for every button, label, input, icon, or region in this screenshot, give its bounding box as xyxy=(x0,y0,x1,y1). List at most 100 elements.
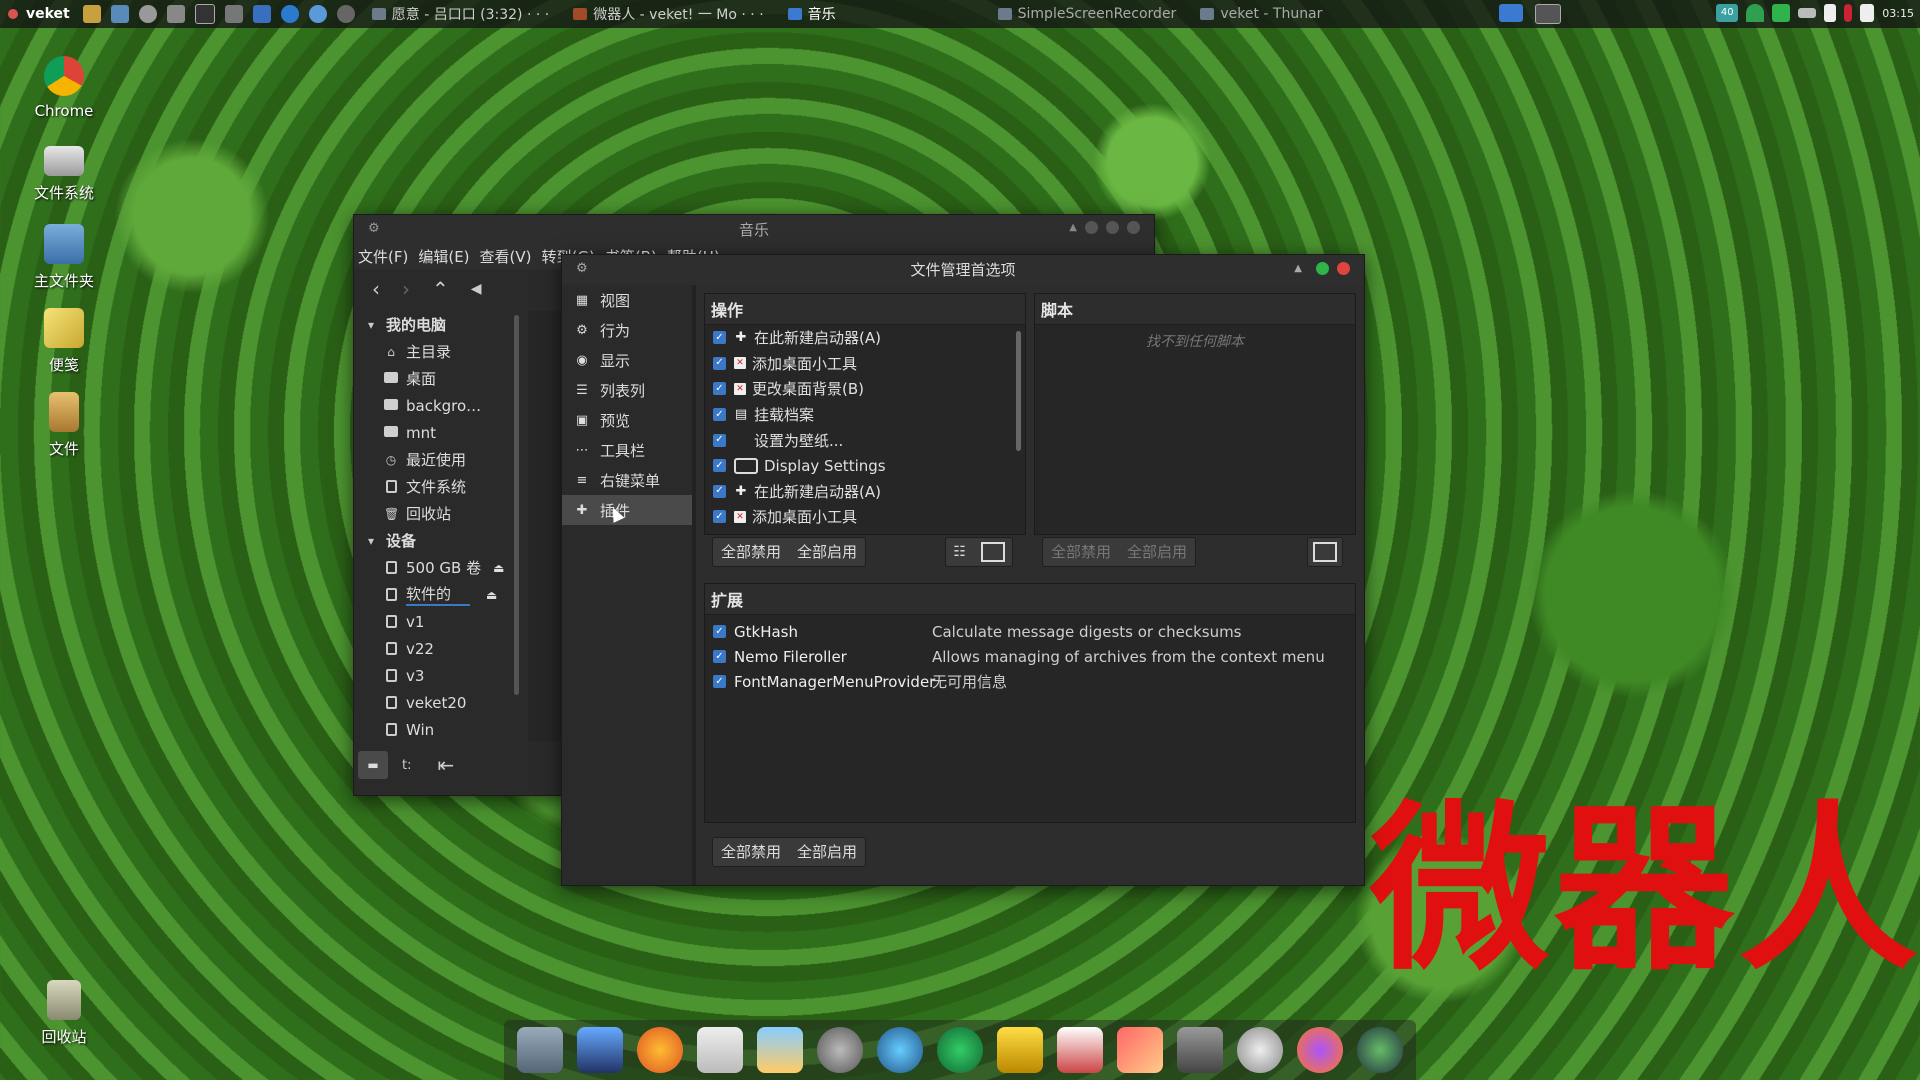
checkbox[interactable]: ✓ xyxy=(713,408,726,422)
dock-atom-icon[interactable] xyxy=(877,1027,923,1073)
back-icon[interactable]: ‹ xyxy=(372,277,380,301)
nav-preview[interactable]: ▣ 预览 xyxy=(562,405,692,435)
dock-image-viewer-icon[interactable] xyxy=(757,1027,803,1073)
desktop-icon-home[interactable]: 主文件夹 xyxy=(14,224,114,291)
sidebar-item-mnt[interactable]: mnt xyxy=(354,419,526,446)
actions-scrollbar[interactable] xyxy=(1016,331,1021,451)
sidebar-item-veket20[interactable]: veket20 xyxy=(354,689,526,716)
menu-label[interactable]: veket xyxy=(26,6,70,22)
checkbox[interactable]: ✓ xyxy=(713,625,726,638)
hide-sidebar-icon[interactable]: ⇤ xyxy=(437,753,454,777)
sidebar-item-background[interactable]: backgro… xyxy=(354,392,526,419)
action-item[interactable]: ✓ Display Settings xyxy=(705,453,1025,479)
action-item[interactable]: ✓ ✚ 在此新建启动器(A) xyxy=(705,479,1025,505)
desktop-icon-trash[interactable]: 回收站 xyxy=(14,980,114,1047)
checkbox[interactable]: ✓ xyxy=(713,459,726,473)
prefs-titlebar[interactable]: ⚙ 文件管理首选项 ▲ xyxy=(562,255,1364,283)
checkbox[interactable]: ✓ xyxy=(713,433,726,447)
sidebar-item-filesystem[interactable]: 文件系统 xyxy=(354,473,526,500)
clock[interactable]: 03:15 xyxy=(1882,7,1914,20)
network-icon[interactable] xyxy=(1772,4,1791,22)
action-item[interactable]: ✓ ✕ 更改桌面背景(B) xyxy=(705,376,1025,402)
sidebar-item-trash[interactable]: 🗑 回收站 xyxy=(354,500,526,527)
sidebar-item-v22[interactable]: v22 xyxy=(354,635,526,662)
nav-toolbar[interactable]: ⋯ 工具栏 xyxy=(562,435,692,465)
globe-launcher-icon[interactable] xyxy=(308,5,327,23)
terminal-launcher-icon[interactable] xyxy=(194,4,215,24)
extension-item[interactable]: ✓ FontManagerMenuProvider 无可用信息 xyxy=(713,669,1355,694)
gear-icon[interactable]: ⚙ xyxy=(576,261,588,276)
shade-icon[interactable]: ▲ xyxy=(1069,222,1077,233)
task-item[interactable]: 音乐 xyxy=(787,4,836,24)
monitor-launcher-icon[interactable] xyxy=(110,5,129,23)
desktop-icon-filesystem[interactable]: 文件系统 xyxy=(14,140,114,203)
extension-item[interactable]: ✓ GtkHash Calculate message digests or che… xyxy=(713,619,1355,644)
dock-browser-icon[interactable] xyxy=(1297,1027,1343,1073)
checkbox[interactable]: ✓ xyxy=(713,484,726,498)
menu-edit[interactable]: 编辑(E) xyxy=(418,246,469,267)
action-item[interactable]: ✓ ▤ 挂载档案 xyxy=(705,402,1025,428)
dock-globe-icon[interactable] xyxy=(1357,1027,1403,1073)
section-header[interactable]: ▾ 设备 xyxy=(354,527,526,554)
shade-icon[interactable]: ▲ xyxy=(1294,263,1302,274)
gear-icon[interactable]: ⚙ xyxy=(368,221,380,236)
dock-network-icon[interactable] xyxy=(817,1027,863,1073)
nav-plugins[interactable]: ✚ 插件 xyxy=(562,495,692,525)
maximize-button[interactable] xyxy=(1106,221,1119,234)
task-item[interactable]: 微器人 - veket! 一 Mo · · · xyxy=(573,4,764,24)
checkbox[interactable]: ✓ xyxy=(713,382,726,396)
dock-settings-icon[interactable] xyxy=(1237,1027,1283,1073)
task-item[interactable]: SimpleScreenRecorder xyxy=(997,6,1176,22)
sidebar-item-desktop[interactable]: 桌面 xyxy=(354,365,526,392)
sidebar-scrollbar[interactable] xyxy=(514,315,519,695)
checkbox[interactable]: ✓ xyxy=(713,675,726,688)
dock-notes-icon[interactable] xyxy=(997,1027,1043,1073)
dock-editor-icon[interactable] xyxy=(697,1027,743,1073)
extensions-disable-all-button[interactable]: 全部禁用 xyxy=(713,838,789,866)
play-launcher-icon[interactable] xyxy=(166,5,185,23)
actions-enable-all-button[interactable]: 全部启用 xyxy=(789,538,865,566)
up-icon[interactable]: ⌃ xyxy=(432,277,449,301)
nav-list-columns[interactable]: ☰ 列表列 xyxy=(562,375,692,405)
action-item[interactable]: ✓ ✕ 添加桌面小工具 xyxy=(705,504,1025,529)
close-button[interactable] xyxy=(1337,262,1350,275)
eject-icon[interactable]: ⏏ xyxy=(493,561,504,575)
sidebar-item-volume[interactable]: 500 GB 卷 ⏏ xyxy=(354,554,526,581)
dock-firefox-icon[interactable] xyxy=(637,1027,683,1073)
actions-list-view-button[interactable]: ☷ xyxy=(945,537,1013,567)
places-toggle-button[interactable]: ▬ xyxy=(358,751,388,779)
nav-view[interactable]: ▦ 视图 xyxy=(562,285,692,315)
nav-display[interactable]: ◉ 显示 xyxy=(562,345,692,375)
volume-icon[interactable] xyxy=(1860,4,1875,22)
checkbox[interactable]: ✓ xyxy=(713,356,726,370)
workspace-2-icon[interactable] xyxy=(1535,4,1561,24)
extensions-enable-all-button[interactable]: 全部启用 xyxy=(789,838,865,866)
app-launcher-icon[interactable] xyxy=(252,5,271,23)
checkbox[interactable]: ✓ xyxy=(713,650,726,663)
toggle-left-icon[interactable]: ◀ xyxy=(471,281,482,297)
sidebar-item-v3[interactable]: v3 xyxy=(354,662,526,689)
sidebar-item-recent[interactable]: ◷ 最近使用 xyxy=(354,446,526,473)
dock-monitor-icon[interactable] xyxy=(577,1027,623,1073)
screen-launcher-icon[interactable] xyxy=(224,5,243,23)
sidebar-item-home[interactable]: ⌂ 主目录 xyxy=(354,338,526,365)
minimize-button[interactable] xyxy=(1085,221,1098,234)
checkbox[interactable]: ✓ xyxy=(713,331,726,345)
nav-behavior[interactable]: ⚙ 行为 xyxy=(562,315,692,345)
dock-rocket-icon[interactable] xyxy=(1117,1027,1163,1073)
section-header[interactable]: ▾ 我的电脑 xyxy=(354,311,526,338)
close-button[interactable] xyxy=(1127,221,1140,234)
scripts-disable-all-button[interactable]: 全部禁用 xyxy=(1043,538,1119,566)
dock-media-player-icon[interactable] xyxy=(937,1027,983,1073)
desktop-icon-files[interactable]: 文件 xyxy=(14,392,114,459)
forward-icon[interactable]: › xyxy=(402,277,410,301)
scripts-open-folder-button[interactable] xyxy=(1307,537,1343,567)
task-item[interactable]: veket - Thunar xyxy=(1200,6,1322,22)
menu-file[interactable]: 文件(F) xyxy=(358,246,408,267)
workspace-1-icon[interactable] xyxy=(1499,4,1523,22)
music-titlebar[interactable]: ⚙ 音乐 ▲ xyxy=(354,215,1154,243)
action-item[interactable]: ✓ ✕ 添加桌面小工具 xyxy=(705,351,1025,377)
task-item[interactable]: 愿意 - 吕口口 (3:32) · · · xyxy=(371,4,549,24)
clipboard-icon[interactable] xyxy=(1824,4,1837,22)
keyboard-icon[interactable] xyxy=(1798,8,1817,18)
